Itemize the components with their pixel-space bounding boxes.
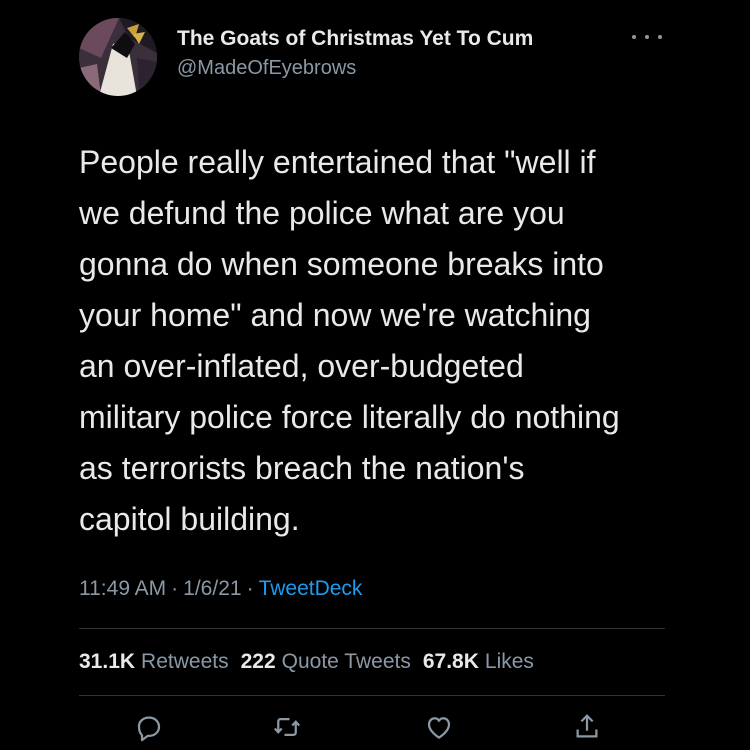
- avatar[interactable]: [79, 18, 157, 96]
- retweet-icon: [273, 718, 301, 736]
- divider: [79, 628, 665, 629]
- like-button[interactable]: [419, 712, 459, 750]
- quote-count: 222: [240, 650, 276, 673]
- tweet-card: The Goats of Christmas Yet To Cum @MadeO…: [0, 0, 750, 750]
- engagement-stats: 31.1K Retweets 222 Quote Tweets 67.8K Li…: [79, 650, 546, 674]
- tweet-date[interactable]: 1/6/21: [183, 577, 241, 601]
- tweet-text: People really entertained that "well if …: [79, 144, 620, 537]
- likes-stat[interactable]: 67.8K Likes: [423, 650, 534, 674]
- reply-button[interactable]: [129, 712, 169, 750]
- quote-label: Quote Tweets: [281, 650, 411, 673]
- username-handle[interactable]: @MadeOfEyebrows: [177, 55, 533, 81]
- retweets-count: 31.1K: [79, 650, 136, 673]
- tweet-header: The Goats of Christmas Yet To Cum @MadeO…: [79, 18, 533, 96]
- quote-tweets-stat[interactable]: 222 Quote Tweets: [241, 650, 411, 674]
- meta-separator: ·: [171, 577, 179, 600]
- retweets-label: Retweets: [141, 650, 229, 673]
- tweet-source-link[interactable]: TweetDeck: [259, 577, 363, 601]
- more-options-icon[interactable]: [632, 30, 662, 44]
- likes-count: 67.8K: [422, 650, 479, 673]
- share-icon: [576, 714, 598, 738]
- like-icon: [427, 717, 451, 739]
- divider: [79, 695, 665, 696]
- action-bar: [79, 712, 665, 750]
- share-button[interactable]: [567, 712, 607, 750]
- retweet-button[interactable]: [267, 712, 307, 750]
- reply-icon: [137, 716, 161, 742]
- meta-separator: ·: [246, 577, 254, 600]
- author-names: The Goats of Christmas Yet To Cum @MadeO…: [177, 26, 533, 81]
- likes-label: Likes: [484, 650, 534, 673]
- display-name[interactable]: The Goats of Christmas Yet To Cum: [177, 26, 533, 52]
- tweet-time[interactable]: 11:49 AM: [79, 577, 166, 601]
- avatar-illustration: [79, 18, 157, 96]
- retweets-stat[interactable]: 31.1K Retweets: [79, 650, 229, 674]
- tweet-metadata: 11:49 AM · 1/6/21 · TweetDeck: [79, 577, 362, 601]
